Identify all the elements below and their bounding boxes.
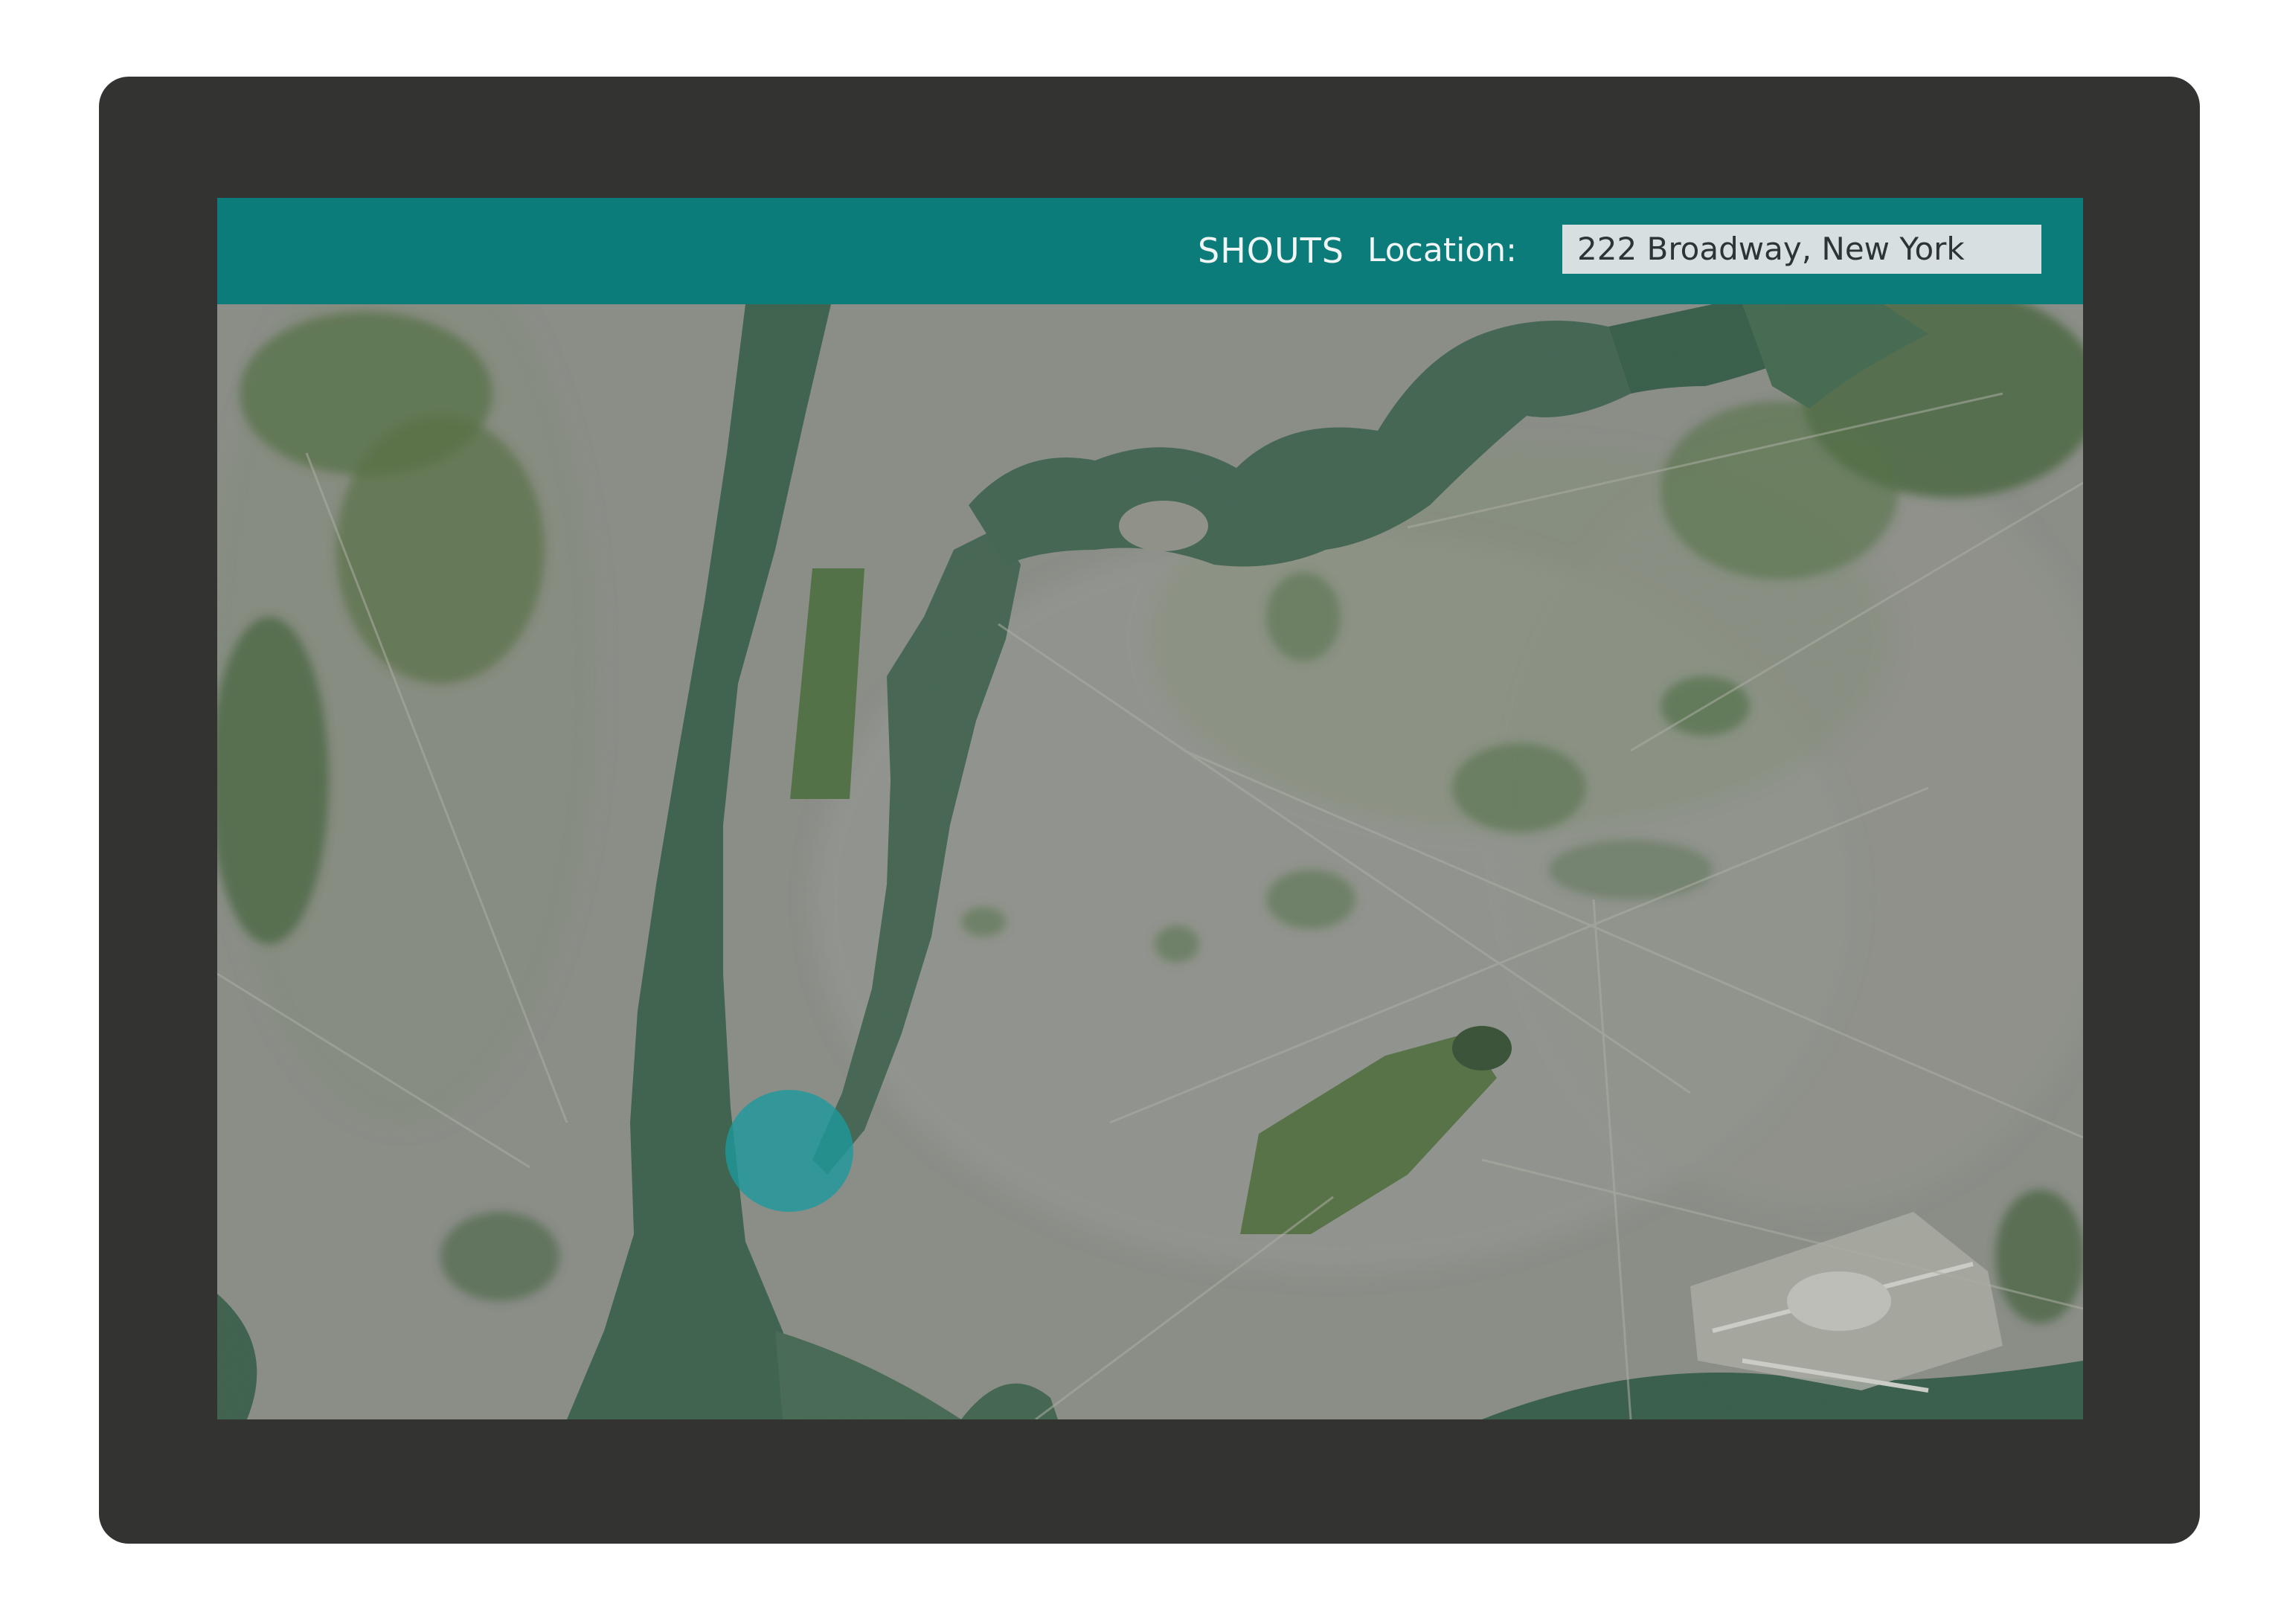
map-texture	[217, 304, 2083, 1419]
app-screen: SHOUTS Location:	[217, 198, 2083, 1419]
location-marker[interactable]	[725, 1090, 853, 1212]
device-frame: SHOUTS Location:	[99, 77, 2200, 1544]
location-input[interactable]	[1562, 225, 2041, 274]
app-brand: SHOUTS	[1198, 231, 1344, 271]
map-imagery	[217, 304, 2083, 1419]
satellite-map[interactable]	[217, 304, 2083, 1419]
location-label: Location:	[1367, 231, 1517, 269]
top-bar: SHOUTS Location:	[217, 198, 2083, 304]
